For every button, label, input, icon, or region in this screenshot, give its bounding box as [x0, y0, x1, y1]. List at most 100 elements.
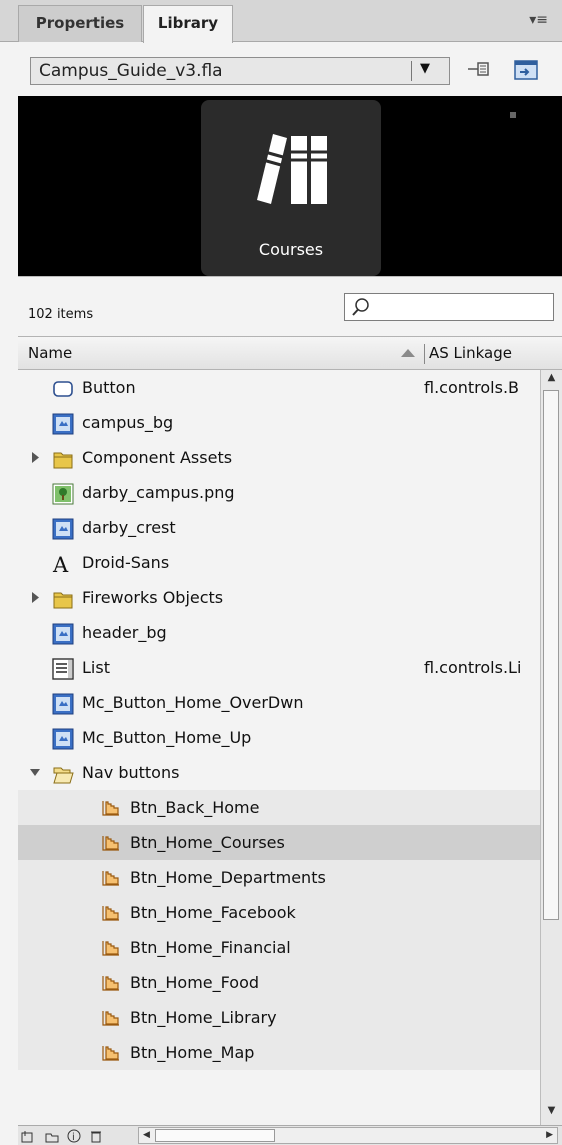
library-item-linkage: fl.controls.Li — [424, 658, 522, 677]
trash-icon[interactable] — [88, 1128, 104, 1144]
folder-open-icon — [52, 762, 74, 784]
library-item[interactable]: Button fl.controls.B — [18, 370, 540, 405]
library-item[interactable]: Btn_Home_Map — [18, 1035, 540, 1070]
bitmap-icon — [52, 482, 74, 505]
tab-properties[interactable]: Properties — [18, 5, 142, 42]
list-component-icon — [52, 657, 74, 680]
library-item-label: Btn_Home_Departments — [130, 868, 326, 887]
horizontal-scroll-thumb[interactable] — [155, 1129, 275, 1142]
library-item-label: darby_crest — [82, 518, 176, 537]
library-item-linkage: fl.controls.B — [424, 378, 520, 397]
document-dropdown[interactable]: Campus_Guide_v3.fla ▼ — [30, 57, 450, 85]
library-search-input[interactable] — [344, 293, 554, 321]
new-folder-icon[interactable] — [44, 1128, 60, 1144]
column-header: Name AS Linkage — [18, 336, 562, 370]
panel-menu-icon[interactable]: ▾≡ — [529, 12, 548, 28]
column-divider[interactable] — [424, 344, 425, 364]
button-symbol-icon — [100, 972, 122, 994]
library-item[interactable]: Btn_Home_Library — [18, 1000, 540, 1035]
button-symbol-icon — [100, 797, 122, 819]
library-item[interactable]: darby_crest — [18, 510, 540, 545]
search-icon — [352, 298, 369, 316]
library-item-label: darby_campus.png — [82, 483, 235, 502]
scroll-thumb[interactable] — [543, 390, 559, 920]
button-symbol-icon — [100, 902, 122, 924]
pin-library-icon[interactable] — [466, 57, 494, 83]
library-item[interactable]: Btn_Home_Courses — [18, 825, 540, 860]
library-item-list: Button fl.controls.B campus_bg Component As… — [18, 370, 540, 1125]
library-item[interactable]: campus_bg — [18, 405, 540, 440]
library-item[interactable]: Btn_Home_Facebook — [18, 895, 540, 930]
button-symbol-icon — [100, 832, 122, 854]
library-item-label: Btn_Home_Map — [130, 1043, 255, 1062]
folder-collapsed-icon[interactable] — [28, 580, 42, 615]
library-item-label: campus_bg — [82, 413, 174, 432]
chevron-down-icon: ▼ — [420, 61, 430, 76]
new-library-panel-icon[interactable] — [512, 57, 540, 83]
library-item[interactable]: Btn_Home_Financial — [18, 930, 540, 965]
library-item-label: Droid-Sans — [82, 553, 170, 572]
library-item-label: Btn_Home_Courses — [130, 833, 285, 852]
movieclip-icon — [52, 727, 74, 750]
item-count: 102 items — [28, 307, 94, 322]
panel-tab-bar: Properties Library ▾≡ — [0, 0, 562, 43]
component-icon — [52, 377, 74, 399]
library-item-label: Mc_Button_Home_OverDwn — [82, 693, 304, 712]
properties-icon[interactable]: i — [66, 1128, 82, 1144]
library-item[interactable]: header_bg — [18, 615, 540, 650]
scroll-up-icon[interactable]: ▲ — [541, 372, 562, 390]
new-symbol-icon[interactable] — [20, 1128, 36, 1144]
button-symbol-icon — [100, 937, 122, 959]
library-item-label: Btn_Home_Library — [130, 1008, 277, 1027]
library-item[interactable]: Nav buttons — [18, 755, 540, 790]
library-item[interactable]: A Droid-Sans — [18, 545, 540, 580]
button-symbol-icon — [100, 867, 122, 889]
document-row: Campus_Guide_v3.fla ▼ — [0, 42, 562, 96]
folder-closed-icon — [52, 587, 74, 609]
scroll-left-icon[interactable]: ◀ — [143, 1128, 150, 1143]
horizontal-scrollbar[interactable]: ◀ ▶ — [138, 1127, 558, 1144]
vertical-scrollbar[interactable]: ▲ ▼ — [540, 370, 562, 1125]
library-item-label: Btn_Back_Home — [130, 798, 260, 817]
button-symbol-icon — [100, 1007, 122, 1029]
library-bottom-bar: i ◀ ▶ — [18, 1125, 562, 1145]
scroll-right-icon[interactable]: ▶ — [546, 1128, 553, 1143]
library-item[interactable]: Mc_Button_Home_OverDwn — [18, 685, 540, 720]
tab-library[interactable]: Library — [143, 5, 233, 43]
movieclip-icon — [52, 517, 74, 540]
library-item[interactable]: List fl.controls.Li — [18, 650, 540, 685]
library-item-label: Button — [82, 378, 136, 397]
column-linkage-header[interactable]: AS Linkage — [429, 344, 512, 362]
library-item[interactable]: Btn_Home_Food — [18, 965, 540, 1000]
library-item-label: Mc_Button_Home_Up — [82, 728, 252, 747]
library-item[interactable]: Btn_Home_Departments — [18, 860, 540, 895]
library-item[interactable]: Btn_Back_Home — [18, 790, 540, 825]
library-item-label: List — [82, 658, 110, 677]
library-item-label: header_bg — [82, 623, 167, 642]
column-name-header[interactable]: Name — [28, 344, 72, 362]
library-item[interactable]: Mc_Button_Home_Up — [18, 720, 540, 755]
library-toolbar: 102 items — [18, 276, 562, 333]
sort-ascending-icon[interactable] — [400, 348, 416, 358]
library-item-label: Fireworks Objects — [82, 588, 224, 607]
preview-marker — [510, 112, 516, 118]
folder-collapsed-icon[interactable] — [28, 440, 42, 475]
movieclip-icon — [52, 622, 74, 645]
library-item-label: Component Assets — [82, 448, 233, 467]
library-item-label: Btn_Home_Financial — [130, 938, 291, 957]
scroll-down-icon[interactable]: ▼ — [541, 1105, 562, 1123]
dropdown-divider — [411, 61, 412, 81]
font-icon: A — [52, 552, 74, 577]
library-item[interactable]: darby_campus.png — [18, 475, 540, 510]
preview-label: Courses — [258, 240, 324, 259]
preview-card: Courses — [201, 100, 381, 276]
svg-text:i: i — [72, 1132, 75, 1143]
library-item-label: Btn_Home_Food — [130, 973, 260, 992]
library-item[interactable]: Fireworks Objects — [18, 580, 540, 615]
folder-expanded-icon[interactable] — [28, 755, 42, 790]
library-item[interactable]: Component Assets — [18, 440, 540, 475]
svg-text:A: A — [52, 553, 69, 575]
library-item-label: Btn_Home_Facebook — [130, 903, 296, 922]
movieclip-icon — [52, 412, 74, 435]
books-icon — [257, 134, 327, 204]
